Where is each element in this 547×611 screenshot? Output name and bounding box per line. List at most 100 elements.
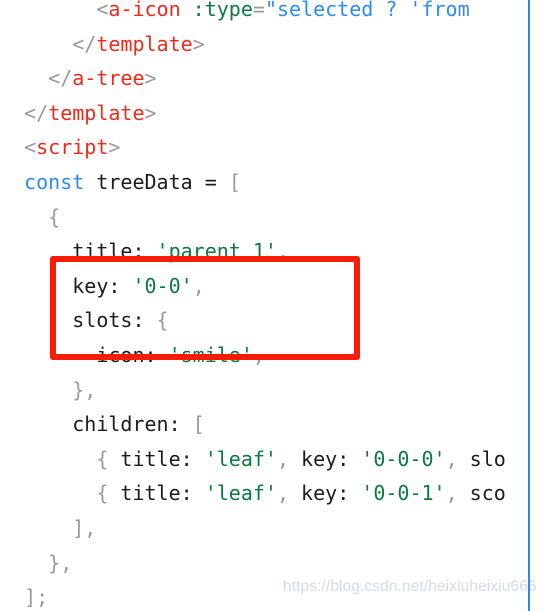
code-token: a-tree <box>72 66 145 91</box>
code-token: 'leaf' <box>204 481 277 506</box>
code-token: , <box>276 239 290 264</box>
code-token: : <box>180 446 193 471</box>
csdn-watermark: https://blog.csdn.net/heixiuheixiu666 <box>283 578 537 595</box>
code-token: > <box>108 135 121 160</box>
code-token: 'leaf' <box>204 446 277 471</box>
code-token: < <box>24 135 37 160</box>
code-token: a-icon <box>108 0 181 21</box>
line-slots-close[interactable]: }, <box>0 373 528 408</box>
code-token: { <box>48 204 61 229</box>
line-children-open[interactable]: children: [ <box>0 407 528 442</box>
code-token: 'smile' <box>168 342 253 367</box>
code-token: script <box>36 135 109 160</box>
code-token: , <box>192 273 205 298</box>
code-token: = <box>204 169 217 194</box>
code-token: , <box>276 446 290 471</box>
code-token: slots <box>0 308 133 333</box>
line-obj-close[interactable]: }, <box>0 546 528 581</box>
code-token: :type <box>192 0 253 21</box>
line-obj-open[interactable]: { <box>0 200 528 235</box>
line-key-00[interactable]: key: '0-0', <box>0 269 528 304</box>
line-close-template-inner[interactable]: </template> <box>0 27 528 62</box>
line-close-a-tree[interactable]: </a-tree> <box>0 61 528 96</box>
code-token: children <box>0 412 169 437</box>
code-token: > <box>192 31 205 56</box>
line-icon-smile[interactable]: icon: 'smile', <box>0 338 528 373</box>
code-token: sco <box>457 481 506 506</box>
code-token: </ <box>72 31 97 56</box>
code-token: > <box>144 100 157 125</box>
code-token: { <box>96 446 109 471</box>
code-viewport: <a-icon :type="selected ? 'from </templa… <box>0 0 547 611</box>
code-token: </ <box>48 66 73 91</box>
code-token: : <box>337 446 350 471</box>
editor-right-margin-rule <box>528 0 530 611</box>
code-token: : <box>337 481 350 506</box>
code-token: title <box>108 481 181 506</box>
line-slots-open[interactable]: slots: { <box>0 303 528 338</box>
code-token: , <box>445 446 458 471</box>
code-token: ], <box>72 515 97 540</box>
code-token: icon <box>0 342 145 367</box>
code-token: = <box>252 0 265 21</box>
code-token: 'parent 1' <box>156 239 277 264</box>
code-token: , <box>252 342 265 367</box>
code-token: [ <box>228 169 241 194</box>
code-token: "selected ? 'from <box>264 0 470 21</box>
code-token: { <box>156 308 169 333</box>
line-a-icon[interactable]: <a-icon :type="selected ? 'from <box>0 0 528 27</box>
code-token: < <box>96 0 109 21</box>
code-token: key <box>0 273 109 298</box>
code-token: : <box>132 308 145 333</box>
code-token: const <box>24 169 85 194</box>
code-token: , <box>276 481 290 506</box>
code-token: template <box>96 31 193 56</box>
code-token: : <box>108 273 121 298</box>
code-token: '0-0-0' <box>361 446 446 471</box>
code-token: template <box>48 100 145 125</box>
code-token: title <box>108 446 181 471</box>
line-close-template-outer[interactable]: </template> <box>0 96 528 131</box>
code-token: treeData <box>84 169 205 194</box>
line-leaf-001[interactable]: { title: 'leaf', key: '0-0-1', sco <box>0 476 528 511</box>
code-token: </ <box>24 100 49 125</box>
code-token: : <box>168 412 181 437</box>
code-token: '0-0-1' <box>361 481 446 506</box>
code-token: }, <box>48 550 73 575</box>
code-token: : <box>180 481 193 506</box>
code-token: key <box>289 446 338 471</box>
code-token: slo <box>457 446 506 471</box>
line-open-script[interactable]: <script> <box>0 130 528 165</box>
code-token: '0-0' <box>132 273 193 298</box>
code-listing[interactable]: <a-icon :type="selected ? 'from </templa… <box>0 0 528 611</box>
code-token: title <box>0 239 133 264</box>
line-const-treedata[interactable]: const treeData = [ <box>0 165 528 200</box>
line-title-parent1[interactable]: title: 'parent 1', <box>0 234 528 269</box>
code-token: key <box>289 481 338 506</box>
code-token: }, <box>72 377 97 402</box>
code-token: > <box>144 66 157 91</box>
line-children-close[interactable]: ], <box>0 511 528 546</box>
code-token: { <box>96 481 109 506</box>
line-leaf-000[interactable]: { title: 'leaf', key: '0-0-0', slo <box>0 442 528 477</box>
